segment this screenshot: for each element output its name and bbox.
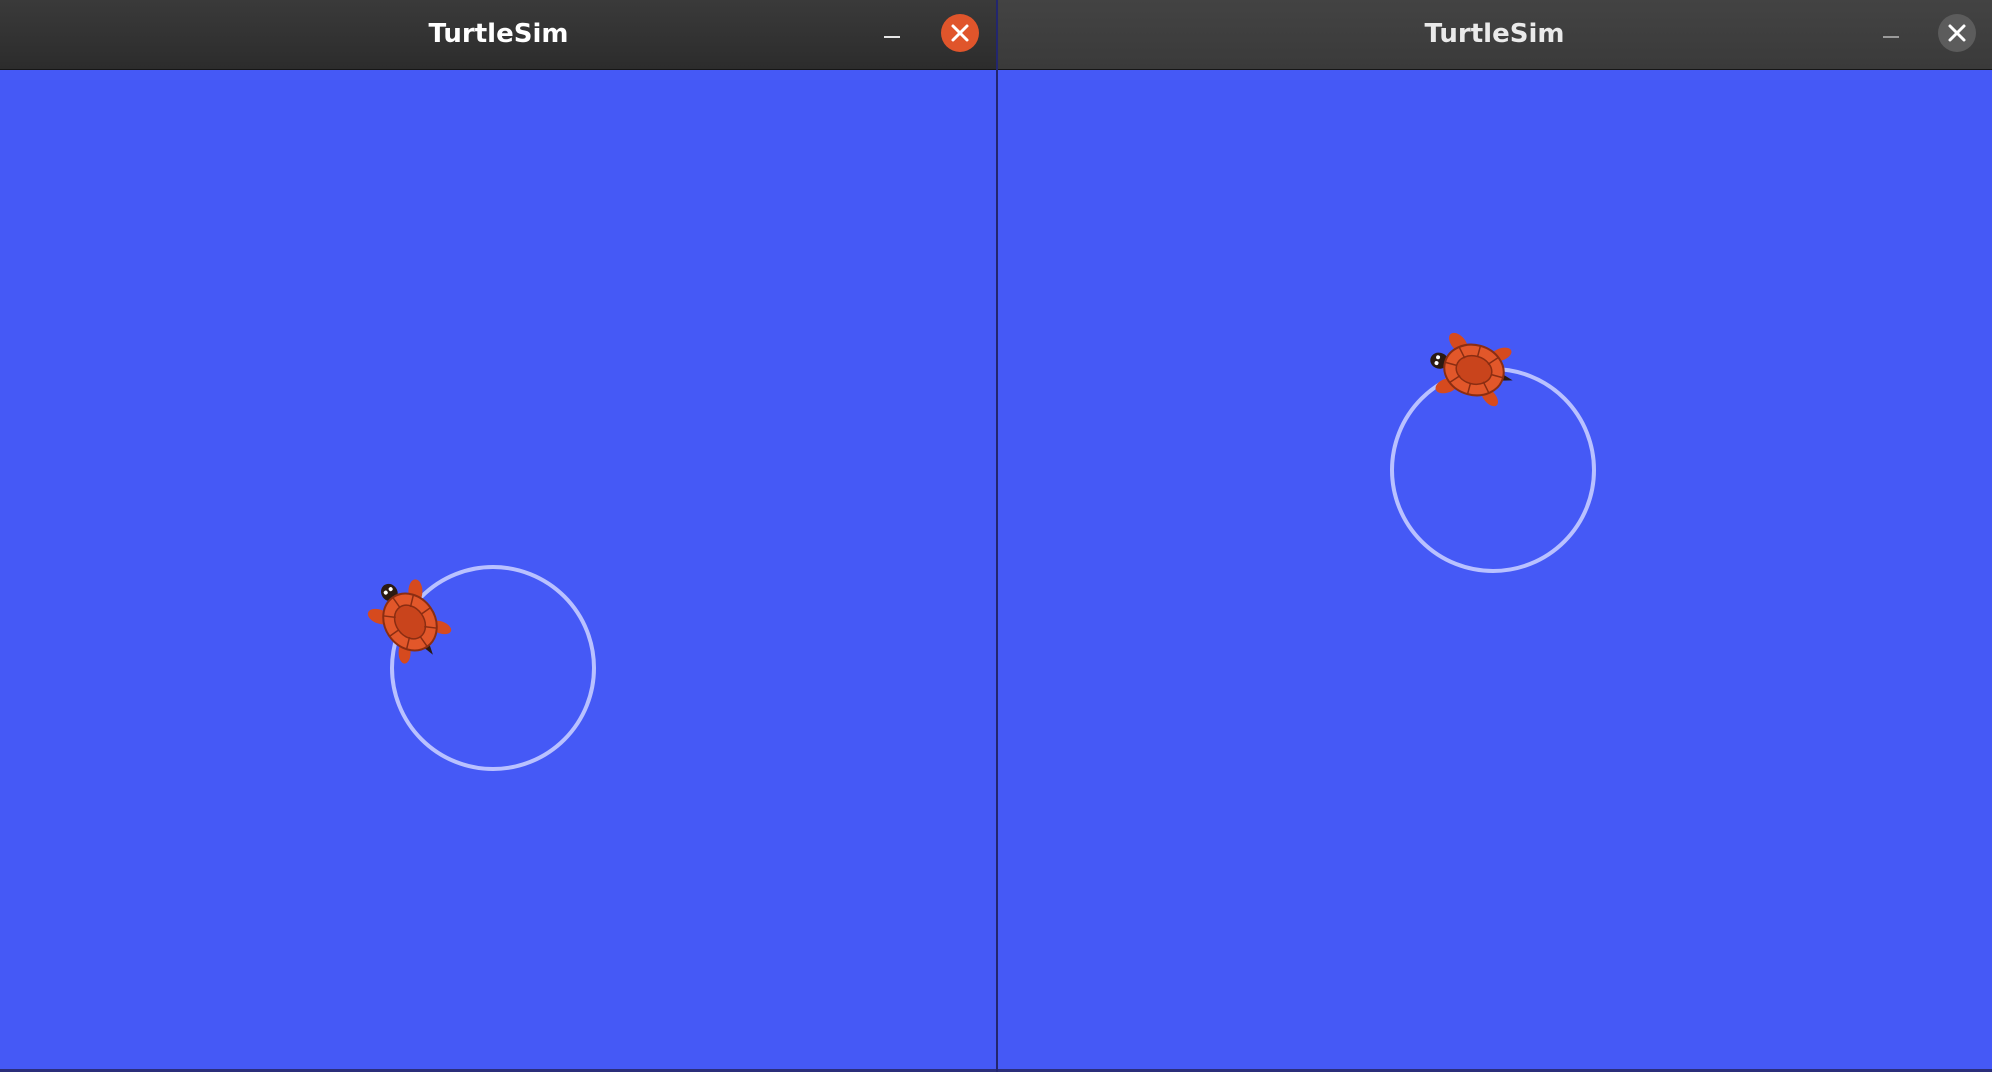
close-button[interactable] bbox=[1938, 14, 1976, 52]
close-icon bbox=[951, 24, 969, 42]
turtle-icon[interactable] bbox=[356, 565, 461, 674]
turtlesim-window-2[interactable]: TurtleSim bbox=[997, 0, 1992, 1072]
canvas-drawing bbox=[1390, 332, 1596, 573]
close-button[interactable] bbox=[941, 14, 979, 52]
pen-trail-circle bbox=[390, 565, 596, 771]
titlebar[interactable]: TurtleSim bbox=[997, 0, 1992, 70]
window-title: TurtleSim bbox=[428, 19, 569, 49]
turtle-canvas[interactable] bbox=[0, 70, 996, 1072]
canvas-drawing bbox=[356, 565, 596, 771]
turtlesim-window-1[interactable]: TurtleSim bbox=[0, 0, 997, 1072]
minimize-icon bbox=[884, 36, 900, 38]
minimize-icon bbox=[1883, 36, 1899, 38]
turtle-canvas[interactable] bbox=[997, 70, 1992, 1072]
minimize-button[interactable] bbox=[1873, 18, 1907, 52]
window-title: TurtleSim bbox=[1424, 19, 1565, 49]
minimize-button[interactable] bbox=[874, 18, 908, 52]
titlebar[interactable]: TurtleSim bbox=[0, 0, 997, 70]
window-divider bbox=[996, 0, 998, 1072]
close-icon bbox=[1948, 24, 1966, 42]
